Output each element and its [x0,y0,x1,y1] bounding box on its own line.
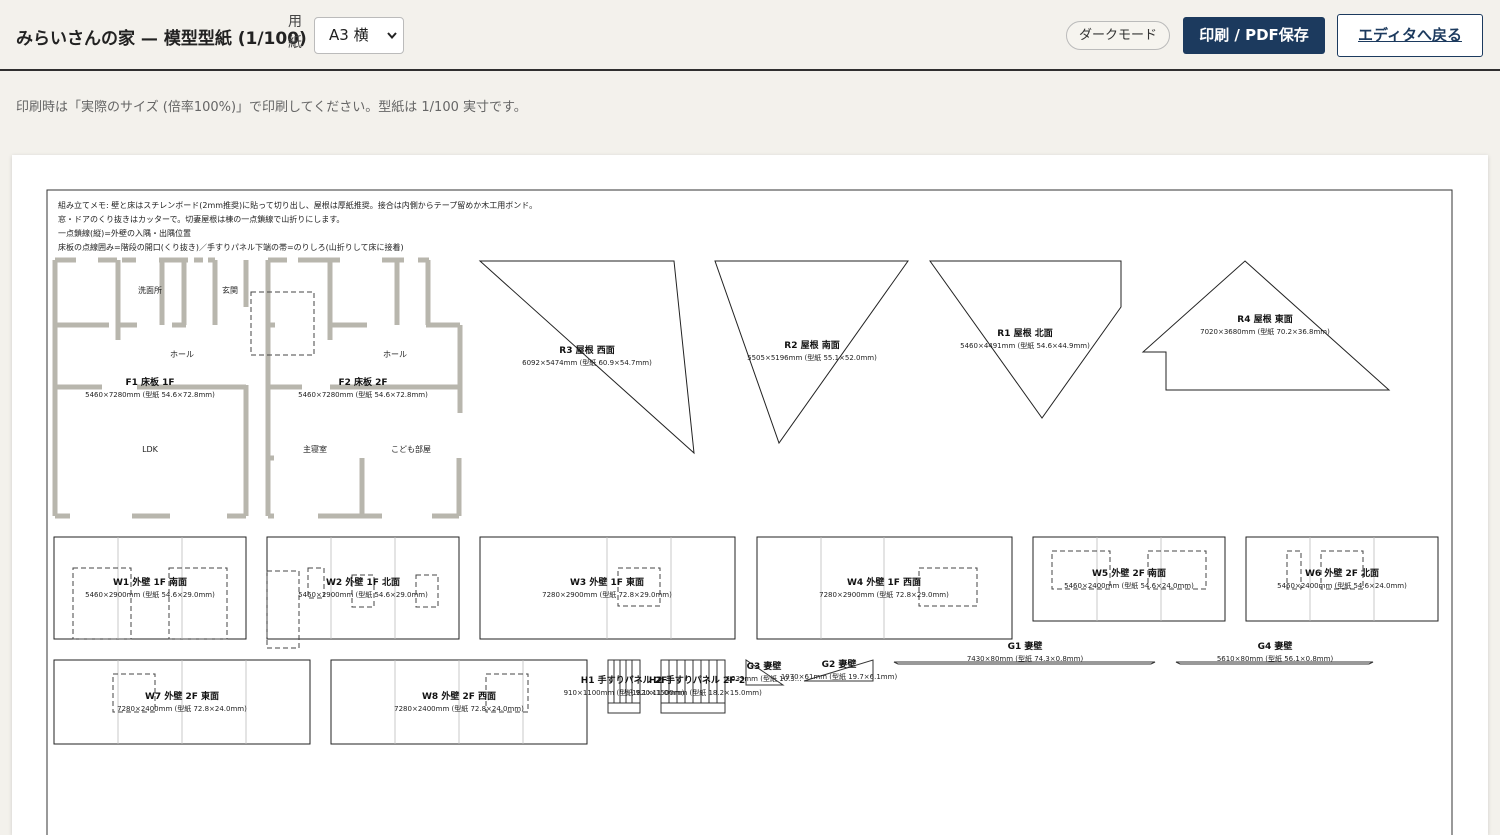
wall-w6-panel [1245,536,1439,622]
w4-dims: 7280×2900mm (型紙 72.8×29.0mm) [819,590,949,599]
g4-title: G4 妻壁 [1258,640,1293,652]
assembly-note-2: 窓・ドアのくり抜きはカッターで。切妻屋根は棟の一点鎖線で山折りにします。 [58,214,344,224]
wall-w3-panel [479,536,736,640]
floor-plate-f2 [265,257,463,519]
w6-title: W6 外壁 2F 北面 [1305,567,1379,579]
w8-title: W8 外壁 2F 西面 [422,690,496,702]
f2-dims: 5460×7280mm (型紙 54.6×72.8mm) [298,390,428,399]
print-frame [46,189,1453,835]
wall-w5-panel [1032,536,1226,622]
f2-title: F2 床板 2F [338,376,387,388]
wall-w4-panel [756,536,1013,640]
f1-title: F1 床板 1F [125,376,174,388]
f1-room-label: 玄関 [222,285,238,295]
w7-dims: 7280×2400mm (型紙 72.8×24.0mm) [117,704,247,713]
r1-title: R1 屋根 北面 [997,327,1052,339]
w3-dims: 7280×2900mm (型紙 72.8×29.0mm) [542,590,672,599]
print-hint: 印刷時は「実際のサイズ (倍率100%)」で印刷してください。型紙は 1/100… [16,100,527,115]
roof-r2-shape [714,260,909,445]
page-title: みらいさんの家 — 模型型紙 (1/100) [16,29,307,49]
f2-room-label: こども部屋 [391,444,431,454]
f2-room-label: 主寝室 [303,444,327,454]
paper-size-label: 用紙 [288,14,302,51]
f1-room-label: 洗面所 [138,285,162,295]
wall-w1-panel [53,536,247,640]
w5-title: W5 外壁 2F 南面 [1092,567,1166,579]
pattern-sheet: 組み立てメモ: 壁と床はスチレンボード(2mm推奨)に貼って切り出し、屋根は厚紙… [12,155,1488,835]
r3-dims: 6092×5474mm (型紙 60.9×54.7mm) [522,358,652,367]
chevron-down-icon [386,18,398,67]
handrail-h2-panel [660,659,726,714]
wall-w8-panel [330,659,588,745]
assembly-note-4: 床板の点線囲み=階段の開口(くり抜き)／手すりパネル下端の帯=のりしろ(山折りし… [58,242,404,252]
g1-dims: 7430×80mm (型紙 74.3×0.8mm) [967,654,1084,663]
w1-title: W1 外壁 1F 南面 [113,576,187,588]
f1-room-label: LDK [142,445,159,454]
floor-plate-f1 [52,257,249,519]
assembly-note-3: 一点鎖線(縦)=外壁の入隅・出隅位置 [58,228,191,238]
h2-dims: 1820×1500mm (型紙 18.2×15.0mm) [632,688,762,697]
r4-dims: 7020×3680mm (型紙 70.2×36.8mm) [1200,327,1330,336]
w7-title: W7 外壁 2F 東面 [145,690,219,702]
r3-title: R3 屋根 西面 [559,344,614,356]
w8-dims: 7280×2400mm (型紙 72.8×24.0mm) [394,704,524,713]
print-pdf-button[interactable]: 印刷 / PDF保存 [1183,17,1325,54]
w2-dims: 5460×2900mm (型紙 54.6×29.0mm) [298,590,428,599]
r4-title: R4 屋根 東面 [1237,313,1292,325]
g2-dims: 1970×61mm (型紙 19.7×6.1mm) [781,672,898,681]
r2-dims: 5505×5196mm (型紙 55.1×52.0mm) [747,353,877,362]
roof-r4-shape [1141,260,1391,391]
w1-dims: 5460×2900mm (型紙 54.6×29.0mm) [85,590,215,599]
roof-r3-shape [478,260,695,455]
g1-title: G1 妻壁 [1008,640,1043,652]
w2-title: W2 外壁 1F 北面 [326,576,400,588]
dark-mode-button[interactable]: ダークモード [1066,21,1170,50]
paper-size-value: A3 横 [329,26,369,44]
paper-size-select[interactable]: A3 横 [314,17,404,54]
w3-title: W3 外壁 1F 東面 [570,576,644,588]
g3-title: G3 妻壁 [747,660,782,672]
wall-w7-panel [53,659,311,745]
stair-opening [250,291,315,356]
g2-title: G2 妻壁 [822,658,857,670]
w5-dims: 5460×2400mm (型紙 54.6×24.0mm) [1064,581,1194,590]
f1-room-label: ホール [170,350,194,359]
assembly-note-1: 組み立てメモ: 壁と床はスチレンボード(2mm推奨)に貼って切り出し、屋根は厚紙… [58,200,537,210]
g4-dims: 5610×80mm (型紙 56.1×0.8mm) [1217,654,1334,663]
f1-dims: 5460×7280mm (型紙 54.6×72.8mm) [85,390,215,399]
r1-dims: 5460×4491mm (型紙 54.6×44.9mm) [960,341,1090,350]
w6-dims: 5460×2400mm (型紙 54.6×24.0mm) [1277,581,1407,590]
w4-title: W4 外壁 1F 西面 [847,576,921,588]
back-to-editor-button[interactable]: エディタへ戻る [1337,14,1483,57]
r2-title: R2 屋根 南面 [784,339,839,351]
roof-r1-shape [929,260,1122,419]
handrail-h1-panel [607,659,641,714]
pattern-canvas: 組み立てメモ: 壁と床はスチレンボード(2mm推奨)に貼って切り出し、屋根は厚紙… [46,189,1453,835]
top-toolbar: みらいさんの家 — 模型型紙 (1/100) 用紙 A3 横 ダークモード 印刷… [0,0,1500,71]
f2-room-label: ホール [383,350,407,359]
